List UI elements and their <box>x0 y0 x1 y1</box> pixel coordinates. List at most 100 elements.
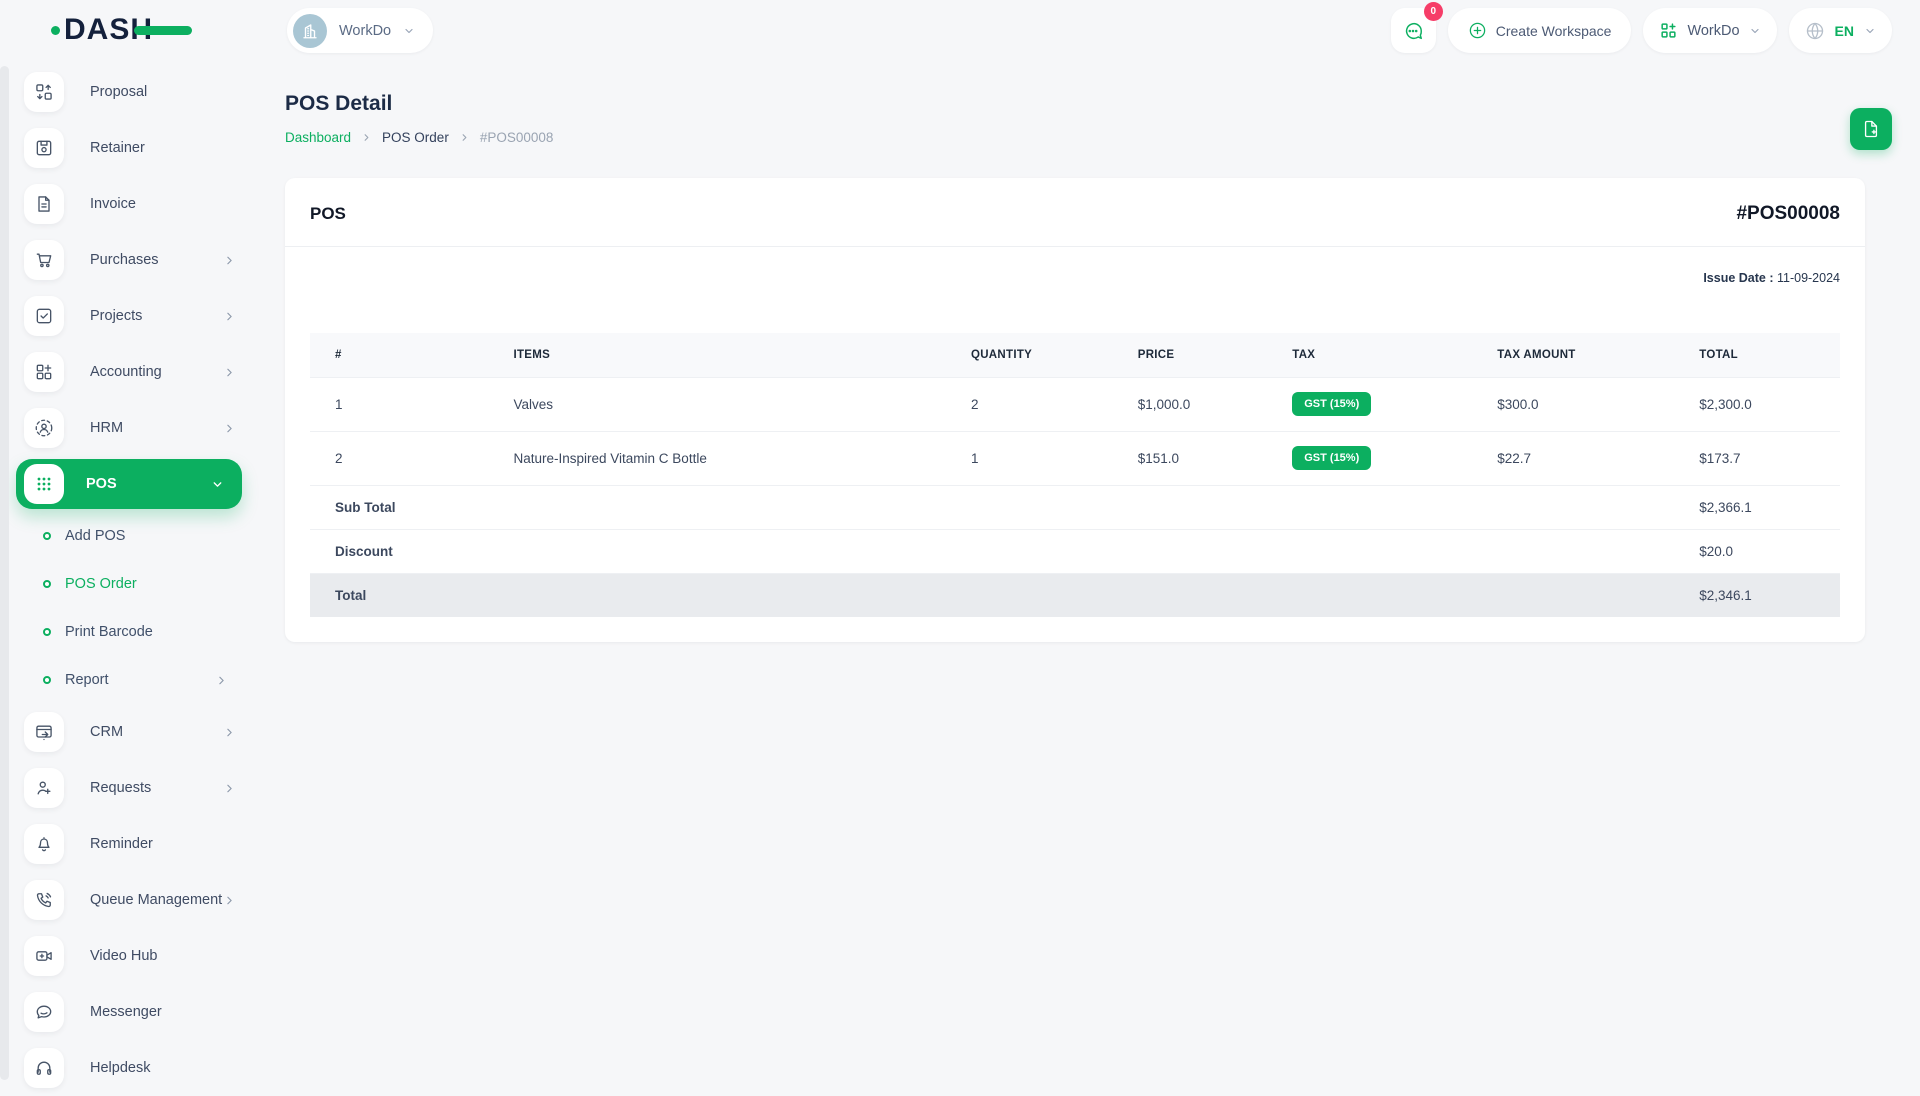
sidebar-item-queue-management[interactable]: Queue Management <box>0 872 258 928</box>
crm-icon <box>24 712 64 752</box>
sidebar-item-pos[interactable]: POS <box>16 459 242 509</box>
workspace-selector[interactable]: WorkDo <box>287 8 433 53</box>
subtotal-label: Sub Total <box>310 485 1699 529</box>
total-row: Total $2,346.1 <box>310 573 1840 617</box>
sidebar-item-label: Requests <box>90 780 223 796</box>
pos-items-table: # ITEMS QUANTITY PRICE TAX TAX AMOUNT TO… <box>310 333 1840 617</box>
tax-badge: GST (15%) <box>1292 446 1371 470</box>
cell-total: $173.7 <box>1699 431 1840 485</box>
sidebar-item-label: Projects <box>90 308 223 324</box>
grid-plus-icon <box>1659 21 1678 40</box>
cell-price: $151.0 <box>1138 431 1293 485</box>
logo-dash-icon <box>134 26 192 35</box>
main-content: POS Detail Dashboard POS Order #POS00008… <box>258 58 1920 1080</box>
chevron-down-icon <box>211 478 224 491</box>
page-title: POS Detail <box>285 92 392 116</box>
table-header-row: # ITEMS QUANTITY PRICE TAX TAX AMOUNT TO… <box>310 333 1840 377</box>
sidebar-item-purchases[interactable]: Purchases <box>0 232 258 288</box>
cell-price: $1,000.0 <box>1138 377 1293 431</box>
sidebar-item-label: Purchases <box>90 252 223 268</box>
chevron-right-icon <box>223 254 236 267</box>
sidebar-item-proposal[interactable]: Proposal <box>0 64 258 120</box>
hrm-icon <box>24 408 64 448</box>
sidebar-item-label: HRM <box>90 420 223 436</box>
sidebar-item-video-hub[interactable]: Video Hub <box>0 928 258 984</box>
sidebar-item-label: Retainer <box>90 140 236 156</box>
chevron-right-icon <box>361 132 372 143</box>
sidebar-item-label: Invoice <box>90 196 236 212</box>
chevron-right-icon <box>215 674 228 687</box>
sidebar-item-reminder[interactable]: Reminder <box>0 816 258 872</box>
chevron-right-icon <box>223 726 236 739</box>
cell-quantity: 1 <box>971 431 1138 485</box>
col-header-price: PRICE <box>1138 333 1293 377</box>
discount-value: $20.0 <box>1699 529 1840 573</box>
invoice-icon <box>24 184 64 224</box>
sidebar-item-label: POS <box>86 476 211 492</box>
chat-bubble-icon <box>1402 20 1424 42</box>
table-row: 1 Valves 2 $1,000.0 GST (15%) $300.0 $2,… <box>310 377 1840 431</box>
cell-tax: GST (15%) <box>1292 377 1497 431</box>
logo-dot-icon <box>51 26 60 35</box>
queue-phone-icon <box>24 880 64 920</box>
sidebar-item-retainer[interactable]: Retainer <box>0 120 258 176</box>
file-export-icon <box>1861 119 1881 139</box>
sidebar-item-label: Reminder <box>90 836 236 852</box>
sidebar-subitem-pos-order[interactable]: POS Order <box>0 560 258 608</box>
proposal-icon <box>24 72 64 112</box>
chevron-right-icon <box>459 132 470 143</box>
workspace-name: WorkDo <box>339 23 391 39</box>
sidebar-subitem-report[interactable]: Report <box>0 656 258 704</box>
sidebar-scrollbar[interactable] <box>0 66 9 1080</box>
sidebar-subitem-label: POS Order <box>65 576 228 592</box>
messenger-icon <box>24 992 64 1032</box>
sidebar: Proposal Retainer Invoice Purchases <box>0 58 258 1080</box>
account-menu[interactable]: WorkDo <box>1643 8 1776 53</box>
breadcrumb-pos-order-link[interactable]: POS Order <box>382 130 449 145</box>
messages-button[interactable]: 0 <box>1391 8 1436 53</box>
sidebar-item-label: Helpdesk <box>90 1060 236 1076</box>
col-header-quantity: QUANTITY <box>971 333 1138 377</box>
sidebar-item-label: Proposal <box>90 84 236 100</box>
sidebar-item-invoice[interactable]: Invoice <box>0 176 258 232</box>
cell-tax: GST (15%) <box>1292 431 1497 485</box>
building-icon <box>293 14 327 48</box>
issue-date-value: 11-09-2024 <box>1774 271 1841 285</box>
headphones-icon <box>24 1048 64 1088</box>
sidebar-subitem-add-pos[interactable]: Add POS <box>0 512 258 560</box>
cell-quantity: 2 <box>971 377 1138 431</box>
cell-item: Valves <box>513 377 970 431</box>
retainer-icon <box>24 128 64 168</box>
sidebar-item-crm[interactable]: CRM <box>0 704 258 760</box>
globe-icon <box>1805 21 1825 41</box>
sidebar-subitem-label: Report <box>65 672 215 688</box>
sidebar-item-label: Accounting <box>90 364 223 380</box>
sidebar-subitem-print-barcode[interactable]: Print Barcode <box>0 608 258 656</box>
chevron-down-icon <box>1749 25 1761 37</box>
sidebar-item-projects[interactable]: Projects <box>0 288 258 344</box>
language-selector[interactable]: EN <box>1789 8 1892 53</box>
bullet-icon <box>43 628 51 636</box>
sidebar-item-helpdesk[interactable]: Helpdesk <box>0 1040 258 1096</box>
sidebar-item-hrm[interactable]: HRM <box>0 400 258 456</box>
brand-logo[interactable]: DASH <box>64 12 194 48</box>
sidebar-item-accounting[interactable]: Accounting <box>0 344 258 400</box>
requests-icon <box>24 768 64 808</box>
col-header-tax-amount: TAX AMOUNT <box>1497 333 1699 377</box>
export-pos-button[interactable] <box>1850 108 1892 150</box>
breadcrumb-dashboard-link[interactable]: Dashboard <box>285 130 351 145</box>
chevron-right-icon <box>223 310 236 323</box>
breadcrumb-current: #POS00008 <box>480 130 554 145</box>
chevron-down-icon <box>403 25 415 37</box>
sidebar-item-requests[interactable]: Requests <box>0 760 258 816</box>
bullet-icon <box>43 676 51 684</box>
pos-number: #POS00008 <box>1736 203 1840 225</box>
sidebar-item-messenger[interactable]: Messenger <box>0 984 258 1040</box>
create-workspace-button[interactable]: Create Workspace <box>1448 8 1632 53</box>
cell-tax-amount: $300.0 <box>1497 377 1699 431</box>
account-label: WorkDo <box>1687 23 1739 39</box>
cell-no: 2 <box>310 431 513 485</box>
cell-tax-amount: $22.7 <box>1497 431 1699 485</box>
cell-item: Nature-Inspired Vitamin C Bottle <box>513 431 970 485</box>
chevron-right-icon <box>223 782 236 795</box>
